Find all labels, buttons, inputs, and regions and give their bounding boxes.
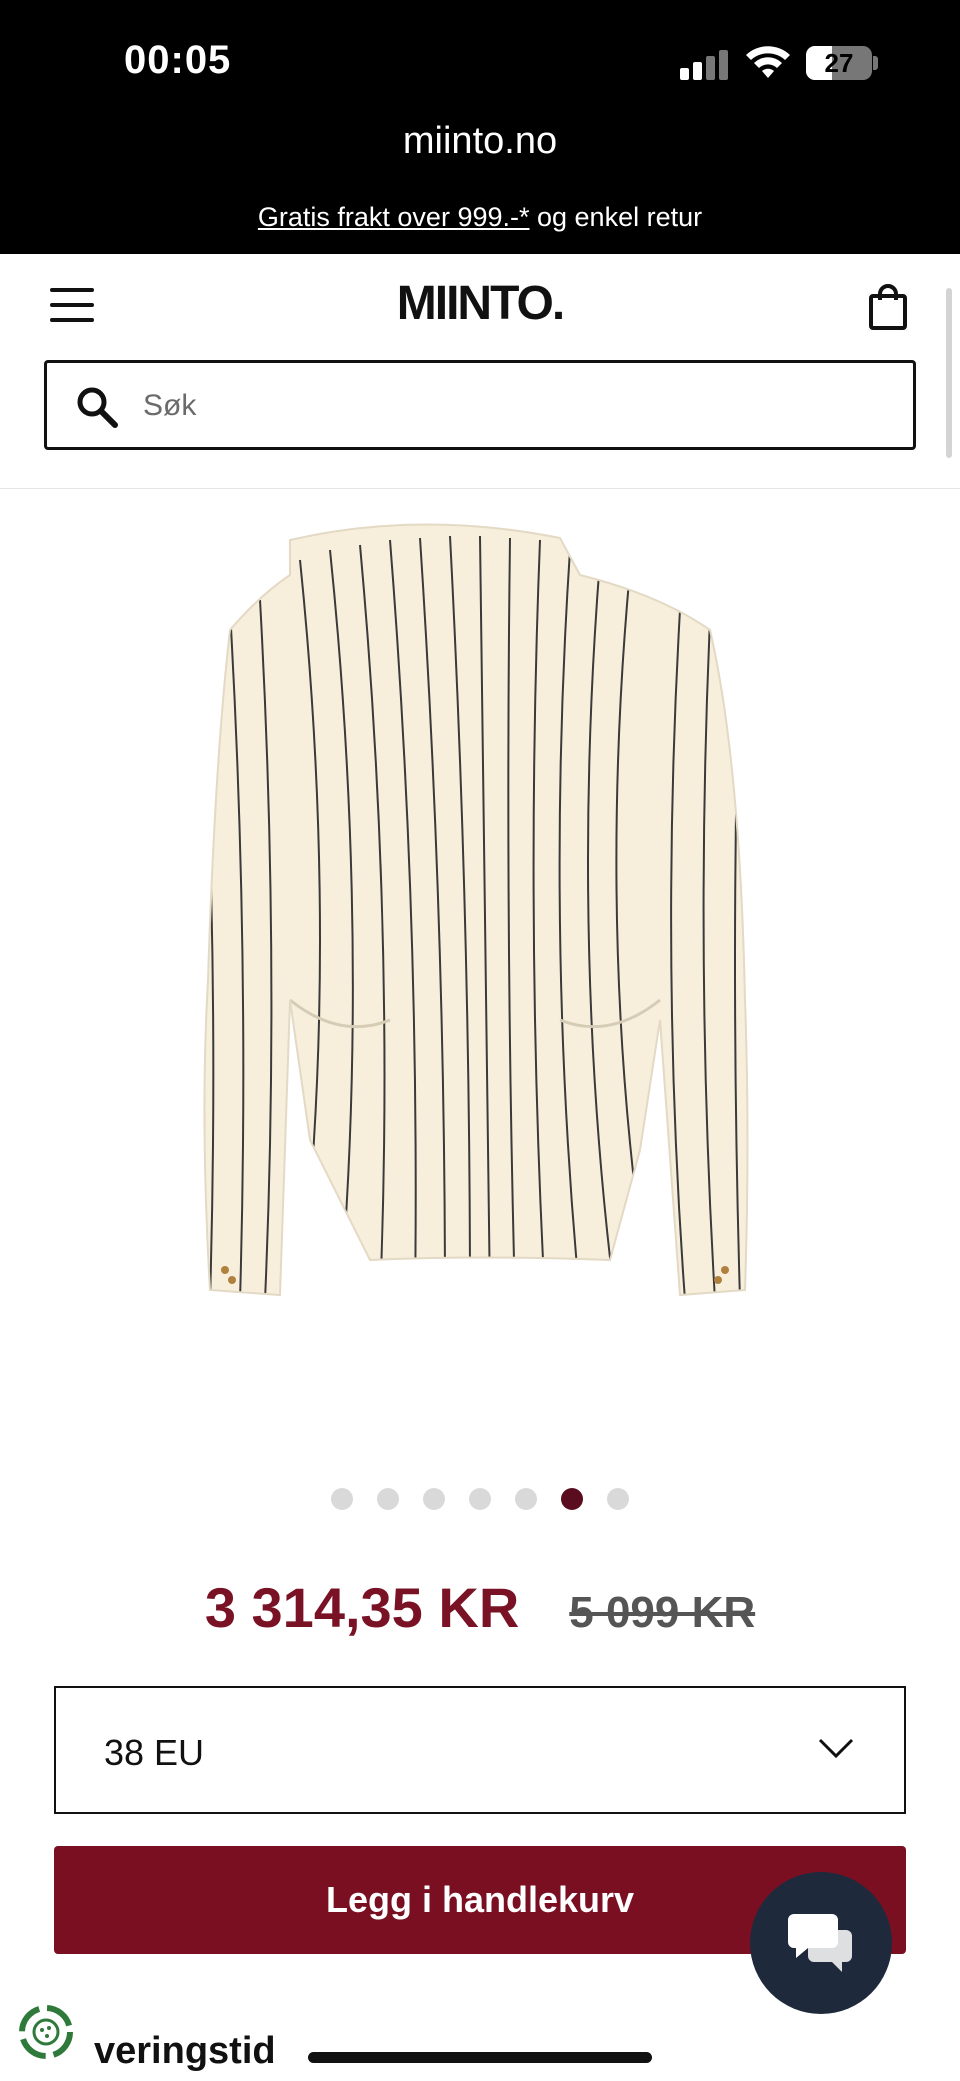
size-select-value: 38 EU [104, 1732, 205, 1773]
carousel-dot-active[interactable] [561, 1488, 583, 1510]
sale-price: 3 314,35 KR [204, 1576, 520, 1639]
home-indicator [308, 2052, 652, 2063]
carousel-dot[interactable] [469, 1488, 491, 1510]
size-select[interactable]: 38 EU [54, 1686, 906, 1814]
shopping-bag-icon[interactable] [868, 284, 908, 330]
page-scrollbar[interactable] [946, 288, 952, 458]
status-bar: 00:05 27 miinto.no Gratis frakt over 999… [0, 0, 960, 254]
original-price: 5 099 KR [569, 1588, 756, 1637]
signal-icon [680, 50, 730, 80]
search-input[interactable] [143, 377, 883, 435]
carousel-dot[interactable] [515, 1488, 537, 1510]
carousel-dot[interactable] [607, 1488, 629, 1510]
carousel-dot[interactable] [331, 1488, 353, 1510]
delivery-time-text: veringstid [94, 2030, 276, 2072]
hamburger-menu-icon[interactable] [50, 288, 94, 322]
battery-level: 27 [824, 48, 854, 78]
free-shipping-link[interactable]: Gratis frakt over 999.-* [258, 202, 530, 232]
price-row: 3 314,35 KR 5 099 KR [0, 1575, 960, 1640]
chat-bubbles-icon [788, 1914, 852, 1972]
image-carousel-dots [0, 1488, 960, 1512]
recycle-icon [19, 2005, 73, 2059]
promo-banner: Gratis frakt over 999.-* og enkel retur [0, 202, 960, 233]
wifi-icon [746, 46, 790, 78]
clock: 00:05 [124, 38, 232, 82]
carousel-dot[interactable] [377, 1488, 399, 1510]
site-header: MIINTO. [0, 254, 960, 489]
site-logo[interactable]: MIINTO. [380, 276, 580, 331]
chat-button[interactable] [750, 1872, 892, 2014]
battery-icon: 27 [806, 46, 872, 80]
promo-rest-text: og enkel retur [529, 202, 703, 232]
search-box[interactable] [44, 360, 916, 450]
chevron-down-icon [818, 1738, 854, 1759]
search-icon [77, 387, 118, 428]
browser-url[interactable]: miinto.no [0, 120, 960, 163]
carousel-dot[interactable] [423, 1488, 445, 1510]
product-image[interactable] [140, 500, 820, 1400]
